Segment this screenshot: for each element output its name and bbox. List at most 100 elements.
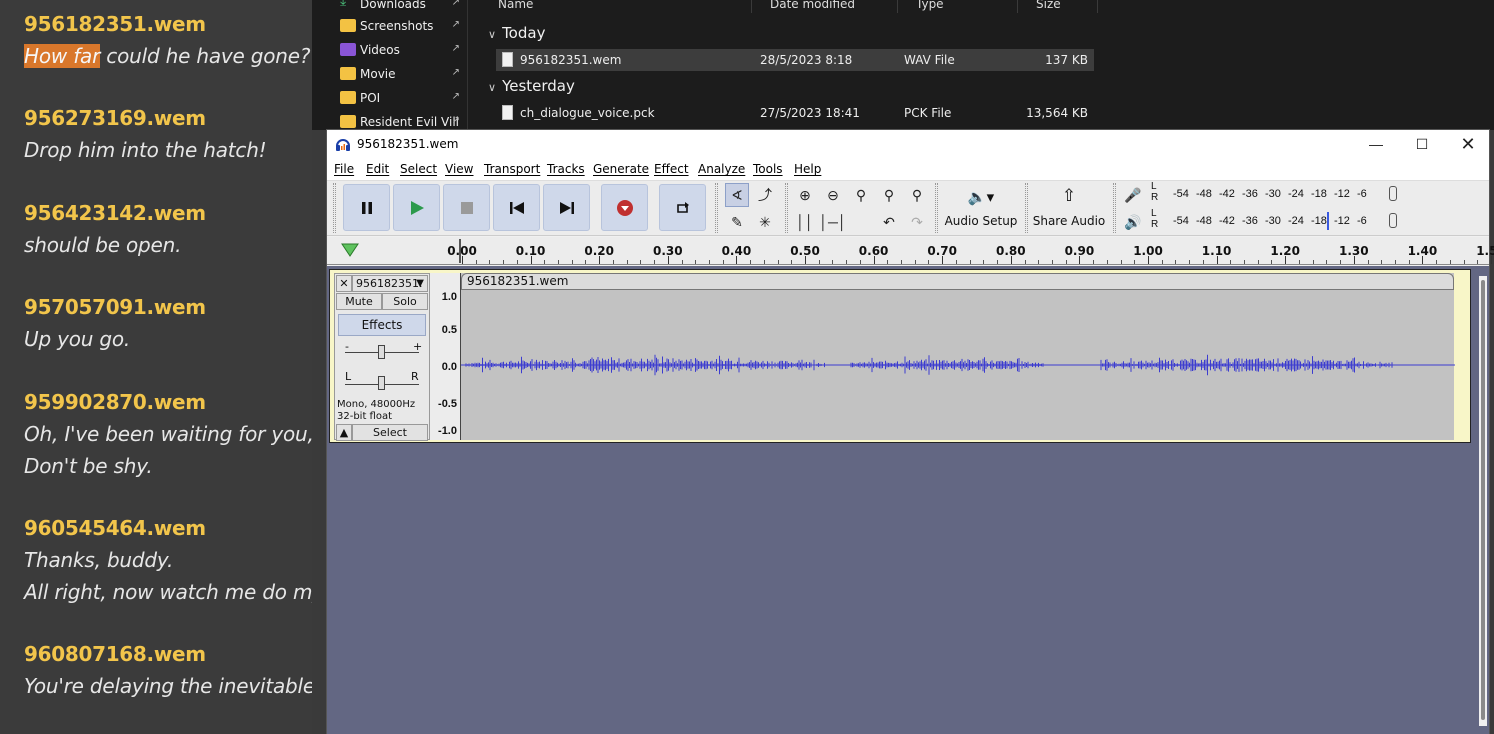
column-header-date[interactable]: Date modified (752, 0, 898, 13)
fit-project-button[interactable]: ⚲ (877, 183, 901, 207)
share-audio-button[interactable]: ⇧ Share Audio (1031, 182, 1107, 234)
column-header-size[interactable]: Size (1018, 0, 1098, 13)
meter-tick-label: -30 (1265, 215, 1281, 227)
play-button[interactable] (393, 184, 440, 231)
redo-button[interactable]: ↷ (905, 210, 929, 234)
subtitle-filename: 959902870.wem (24, 390, 206, 414)
menu-generate[interactable]: Generate (593, 162, 649, 176)
maximize-button[interactable]: ☐ (1399, 130, 1445, 158)
timeline-ruler[interactable]: 0.00 0.10 0.20 0.30 0.40 0.50 0.60 0.70 0.80 0.90… (327, 237, 1494, 265)
nav-item[interactable]: POI ↗ (316, 87, 466, 109)
clip-header[interactable]: 956182351.wem (461, 273, 1454, 290)
pan-left-label: L (345, 370, 352, 383)
scrollbar-thumb[interactable] (1481, 280, 1485, 720)
silence-button[interactable]: │─│ (819, 210, 846, 234)
record-button[interactable] (601, 184, 648, 231)
play-head-icon[interactable] (341, 242, 359, 258)
pin-icon: ↗ (451, 67, 460, 78)
nav-item[interactable]: Videos ↗ (316, 39, 466, 61)
toolbar-grip[interactable] (1025, 183, 1028, 233)
menu-tools[interactable]: Tools (753, 162, 783, 176)
pause-button[interactable] (343, 184, 390, 231)
collapse-track-button[interactable]: ▲ (336, 424, 352, 441)
audio-track[interactable]: ✕ 956182351. ▼ Mute Solo Effects - + L R… (329, 269, 1471, 443)
record-meter-button[interactable]: 🎤 (1121, 183, 1145, 207)
toolbar-grip[interactable] (333, 183, 336, 233)
folder-icon (340, 67, 356, 80)
playback-meter-button[interactable]: 🔊 (1121, 210, 1145, 234)
menu-edit[interactable]: Edit (366, 162, 389, 176)
track-name-menu[interactable]: 956182351. ▼ (352, 275, 428, 292)
record-meter[interactable]: L R -54 -48 -42 -36 -30 -24 -18 -12 -6 (1151, 181, 1397, 203)
menu-help[interactable]: Help (794, 162, 821, 176)
file-row[interactable]: 956182351.wem 28/5/2023 8:18 WAV File 13… (496, 49, 1094, 71)
video-icon (340, 43, 356, 56)
meter-slider-handle[interactable] (1389, 213, 1397, 228)
meter-channel-labels: LR (1151, 181, 1159, 203)
nav-item[interactable]: Screenshots ↗ (316, 15, 466, 37)
nav-item-label: Screenshots (360, 19, 434, 33)
navigation-pane: ⤓ Downloads ↗ Screenshots ↗ Videos ↗ Movie ↗ POI ↗… (312, 0, 468, 130)
nav-scrollbar[interactable] (472, 0, 480, 130)
ruler-tick-mark (667, 256, 669, 264)
multi-tool[interactable]: ✳ (753, 210, 777, 234)
audio-setup-button[interactable]: 🔈▾ Audio Setup (943, 182, 1019, 234)
menu-file[interactable]: File (334, 162, 354, 176)
loop-button[interactable] (659, 184, 706, 231)
meter-slider-handle[interactable] (1389, 186, 1397, 201)
menu-effect[interactable]: Effect (654, 162, 689, 176)
nav-item[interactable]: Movie ↗ (316, 63, 466, 85)
draw-tool[interactable]: ✎ (725, 210, 749, 234)
track-area[interactable]: ✕ 956182351. ▼ Mute Solo Effects - + L R… (327, 266, 1489, 734)
ruler-tick-mark (873, 256, 875, 264)
selection-tool[interactable]: ∢ (725, 183, 749, 207)
pan-slider-thumb[interactable] (378, 376, 385, 390)
mute-button[interactable]: Mute (336, 293, 382, 310)
ruler-minor-tick (1106, 260, 1108, 264)
menu-transport[interactable]: Transport (484, 162, 540, 176)
vertical-scale[interactable]: 1.0 0.5 0.0 -0.5 -1.0 (430, 273, 460, 440)
subtitle-entry: 956182351.wem How far could he have gone? (24, 12, 310, 68)
skip-to-start-button[interactable] (493, 184, 540, 231)
toolbar-grip[interactable] (1113, 183, 1116, 233)
menu-tracks[interactable]: Tracks (547, 162, 585, 176)
select-track-button[interactable]: Select (352, 424, 428, 441)
solo-button[interactable]: Solo (382, 293, 428, 310)
zoom-toggle-button[interactable]: ⚲ (905, 183, 929, 207)
gain-slider-thumb[interactable] (378, 345, 385, 359)
nav-item[interactable]: ⤓ Downloads ↗ (316, 0, 466, 15)
waveform-clip[interactable]: 956182351.wem (460, 273, 1455, 440)
play-icon (410, 200, 424, 215)
toolbar-grip[interactable] (785, 183, 788, 233)
skip-start-icon (509, 201, 524, 214)
column-header-name[interactable]: Name (480, 0, 752, 13)
undo-button[interactable]: ↶ (877, 210, 901, 234)
skip-to-end-button[interactable] (543, 184, 590, 231)
group-header-today[interactable]: ∨ Today (488, 24, 545, 42)
menu-analyze[interactable]: Analyze (698, 162, 745, 176)
close-track-button[interactable]: ✕ (336, 275, 352, 292)
menu-view[interactable]: View (445, 162, 473, 176)
file-row[interactable]: ch_dialogue_voice.pck 27/5/2023 18:41 PC… (496, 102, 1094, 124)
vertical-scrollbar[interactable] (1479, 276, 1487, 726)
close-button[interactable]: ✕ (1445, 130, 1491, 158)
track-format-rate: Mono, 48000Hz (337, 399, 416, 410)
playback-meter[interactable]: L R -54 -48 -42 -36 -30 -24 -18 -12 -6 (1151, 208, 1397, 230)
ruler-tick-mark (462, 256, 463, 264)
group-header-yesterday[interactable]: ∨ Yesterday (488, 77, 575, 95)
menu-select[interactable]: Select (400, 162, 437, 176)
column-header-type[interactable]: Type (898, 0, 1018, 13)
folder-icon (340, 19, 356, 32)
pin-icon: ↗ (451, 19, 460, 30)
trim-button[interactable]: ││ (793, 210, 817, 234)
envelope-tool[interactable]: ⤴ (753, 183, 777, 207)
stop-button[interactable] (443, 184, 490, 231)
toolbar-grip[interactable] (715, 183, 718, 233)
title-bar[interactable]: 956182351.wem — ☐ ✕ (327, 130, 1489, 158)
toolbar-grip[interactable] (935, 183, 938, 233)
zoom-out-button[interactable]: ⊖ (821, 183, 845, 207)
fit-selection-button[interactable]: ⚲ (849, 183, 873, 207)
zoom-in-button[interactable]: ⊕ (793, 183, 817, 207)
effects-button[interactable]: Effects (338, 314, 426, 336)
minimize-button[interactable]: — (1353, 130, 1399, 158)
